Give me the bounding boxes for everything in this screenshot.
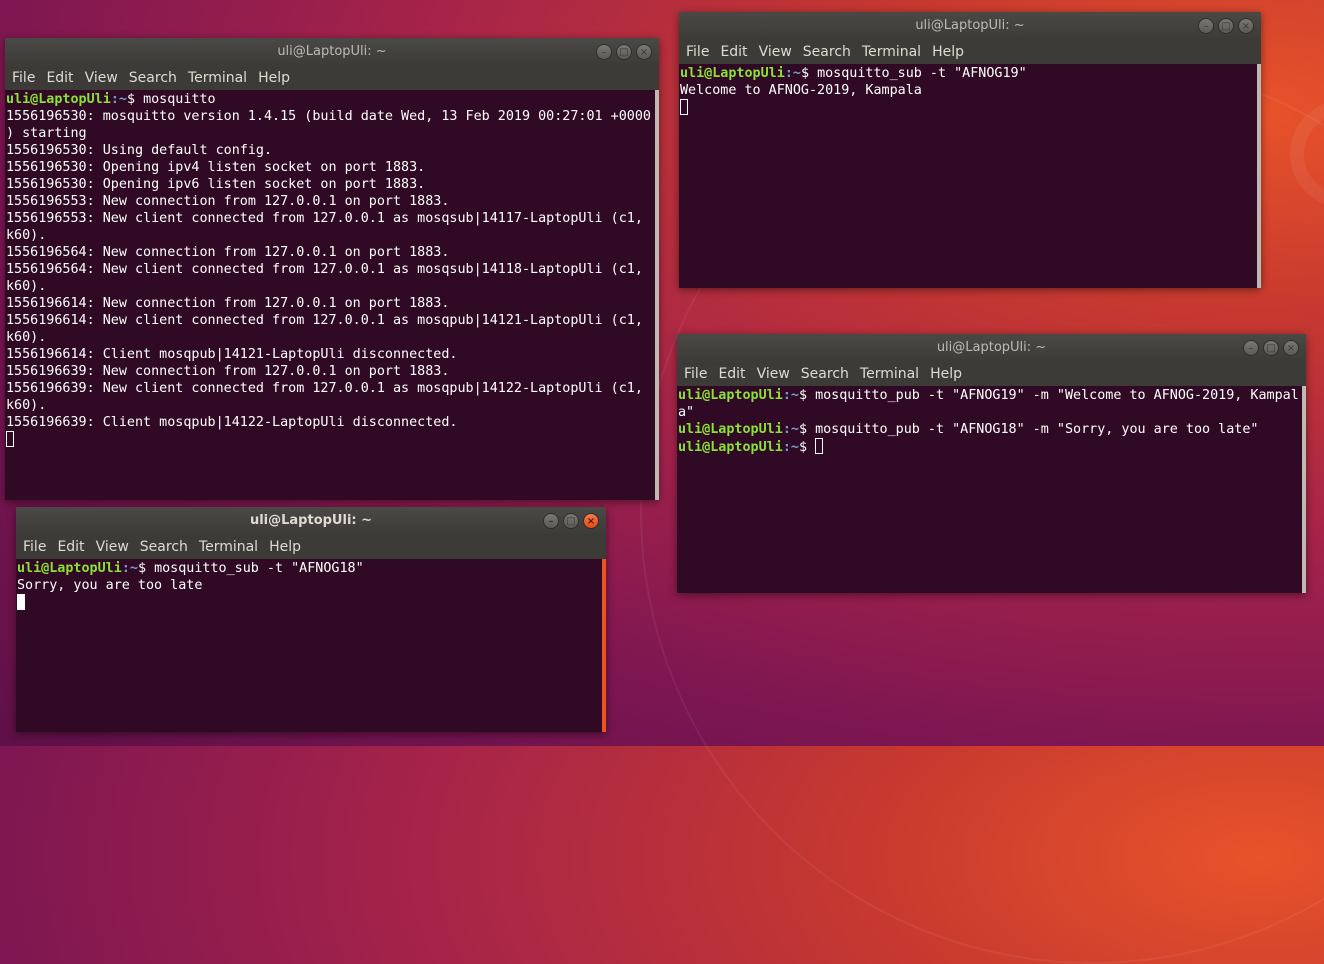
menu-search[interactable]: Search — [801, 44, 858, 60]
output-line: 1556196530: Opening ipv6 listen socket o… — [6, 177, 426, 192]
output-line: k60). — [6, 279, 47, 294]
menu-file[interactable]: File — [682, 366, 714, 382]
output-line: Sorry, you are too late — [17, 578, 203, 593]
maximize-icon[interactable]: □ — [563, 513, 579, 529]
scrollbar[interactable] — [1257, 64, 1261, 288]
menu-help[interactable]: Help — [930, 44, 971, 60]
output-line: ) starting — [6, 126, 87, 141]
terminal-output[interactable]: uli@LaptopUli:~$ mosquitto 1556196530: mo… — [5, 90, 654, 500]
terminal-output[interactable]: uli@LaptopUli:~$ mosquitto_pub -t "AFNOG… — [677, 386, 1301, 593]
menu-terminal[interactable]: Terminal — [186, 70, 254, 86]
output-line: 1556196564: New client connected from 12… — [6, 262, 643, 277]
window-title: uli@LaptopUli: ~ — [249, 513, 373, 528]
menu-bar: File Edit View Search Terminal Help — [677, 362, 1306, 386]
menu-file[interactable]: File — [10, 70, 42, 86]
window-title: uli@LaptopUli: ~ — [915, 18, 1025, 33]
menu-edit[interactable]: Edit — [716, 366, 752, 382]
output-line: k60). — [6, 398, 47, 413]
output-line: 1556196614: New connection from 127.0.0.… — [6, 296, 450, 311]
terminal-window-sub19[interactable]: uli@LaptopUli: ~ – □ × File Edit View Se… — [679, 12, 1261, 288]
menu-terminal[interactable]: Terminal — [858, 366, 926, 382]
minimize-icon[interactable]: – — [596, 44, 612, 60]
output-line: 1556196564: New connection from 127.0.0.… — [6, 245, 450, 260]
prompt-line: uli@LaptopUli:~$ mosquitto_pub -t "AFNOG… — [678, 422, 1259, 437]
output-line: k60). — [6, 228, 47, 243]
prompt-line: uli@LaptopUli:~$ mosquitto_pub -t "AFNOG… — [678, 388, 1299, 403]
scrollbar[interactable] — [602, 559, 606, 732]
terminal-window-sub18[interactable]: uli@LaptopUli: ~ – □ × File Edit View Se… — [16, 507, 606, 732]
scrollbar[interactable] — [655, 90, 659, 500]
output-line: 1556196614: Client mosqpub|14121-LaptopU… — [6, 347, 458, 362]
menu-help[interactable]: Help — [256, 70, 297, 86]
menu-help[interactable]: Help — [267, 539, 308, 555]
title-bar[interactable]: uli@LaptopUli: ~ – □ × — [5, 38, 659, 66]
prompt-line: uli@LaptopUli:~$ mosquitto — [6, 92, 216, 107]
menu-view[interactable]: View — [83, 70, 125, 86]
close-icon[interactable]: × — [1283, 340, 1299, 356]
menu-edit[interactable]: Edit — [55, 539, 91, 555]
menu-file[interactable]: File — [684, 44, 716, 60]
output-line: 1556196553: New client connected from 12… — [6, 211, 643, 226]
menu-view[interactable]: View — [757, 44, 799, 60]
maximize-icon[interactable]: □ — [1263, 340, 1279, 356]
output-line: a" — [678, 405, 695, 420]
maximize-icon[interactable]: □ — [616, 44, 632, 60]
menu-edit[interactable]: Edit — [44, 70, 80, 86]
close-icon[interactable]: × — [1238, 18, 1254, 34]
title-bar[interactable]: uli@LaptopUli: ~ – □ × — [16, 507, 606, 535]
text-cursor — [680, 99, 688, 115]
output-line: Welcome to AFNOG-2019, Kampala — [680, 83, 922, 98]
menu-search[interactable]: Search — [127, 70, 184, 86]
menu-help[interactable]: Help — [928, 366, 969, 382]
menu-edit[interactable]: Edit — [718, 44, 754, 60]
output-line: 1556196530: mosquitto version 1.4.15 (bu… — [6, 109, 651, 124]
close-icon[interactable]: × — [583, 513, 599, 529]
scrollbar[interactable] — [1302, 386, 1306, 593]
output-line: k60). — [6, 330, 47, 345]
menu-bar: File Edit View Search Terminal Help — [16, 535, 606, 559]
output-line: 1556196530: Opening ipv4 listen socket o… — [6, 160, 426, 175]
output-line: 1556196639: New connection from 127.0.0.… — [6, 364, 450, 379]
output-line: 1556196553: New connection from 127.0.0.… — [6, 194, 450, 209]
menu-view[interactable]: View — [94, 539, 136, 555]
output-line: 1556196530: Using default config. — [6, 143, 273, 158]
menu-search[interactable]: Search — [138, 539, 195, 555]
prompt-line: uli@LaptopUli:~$ — [678, 438, 1301, 456]
terminal-window-broker[interactable]: uli@LaptopUli: ~ – □ × File Edit View Se… — [5, 38, 659, 500]
terminal-window-pub[interactable]: uli@LaptopUli: ~ – □ × File Edit View Se… — [677, 334, 1306, 593]
text-cursor — [17, 594, 25, 610]
prompt-line: uli@LaptopUli:~$ mosquitto_sub -t "AFNOG… — [680, 66, 1027, 81]
terminal-output[interactable]: uli@LaptopUli:~$ mosquitto_sub -t "AFNOG… — [16, 559, 601, 732]
title-bar[interactable]: uli@LaptopUli: ~ – □ × — [677, 334, 1306, 362]
title-bar[interactable]: uli@LaptopUli: ~ – □ × — [679, 12, 1261, 40]
window-title: uli@LaptopUli: ~ — [277, 44, 387, 59]
minimize-icon[interactable]: – — [543, 513, 559, 529]
menu-bar: File Edit View Search Terminal Help — [5, 66, 659, 90]
minimize-icon[interactable]: – — [1243, 340, 1259, 356]
menu-file[interactable]: File — [21, 539, 53, 555]
menu-terminal[interactable]: Terminal — [860, 44, 928, 60]
maximize-icon[interactable]: □ — [1218, 18, 1234, 34]
terminal-output[interactable]: uli@LaptopUli:~$ mosquitto_sub -t "AFNOG… — [679, 64, 1256, 288]
window-title: uli@LaptopUli: ~ — [936, 340, 1047, 355]
prompt-line: uli@LaptopUli:~$ mosquitto_sub -t "AFNOG… — [17, 561, 364, 576]
text-cursor — [815, 438, 824, 454]
menu-bar: File Edit View Search Terminal Help — [679, 40, 1261, 64]
close-icon[interactable]: × — [636, 44, 652, 60]
text-cursor — [6, 431, 14, 447]
menu-terminal[interactable]: Terminal — [197, 539, 265, 555]
output-line: 1556196639: Client mosqpub|14122-LaptopU… — [6, 415, 458, 430]
output-line: 1556196639: New client connected from 12… — [6, 381, 643, 396]
output-line: 1556196614: New client connected from 12… — [6, 313, 643, 328]
menu-search[interactable]: Search — [799, 366, 856, 382]
menu-view[interactable]: View — [755, 366, 797, 382]
minimize-icon[interactable]: – — [1198, 18, 1214, 34]
